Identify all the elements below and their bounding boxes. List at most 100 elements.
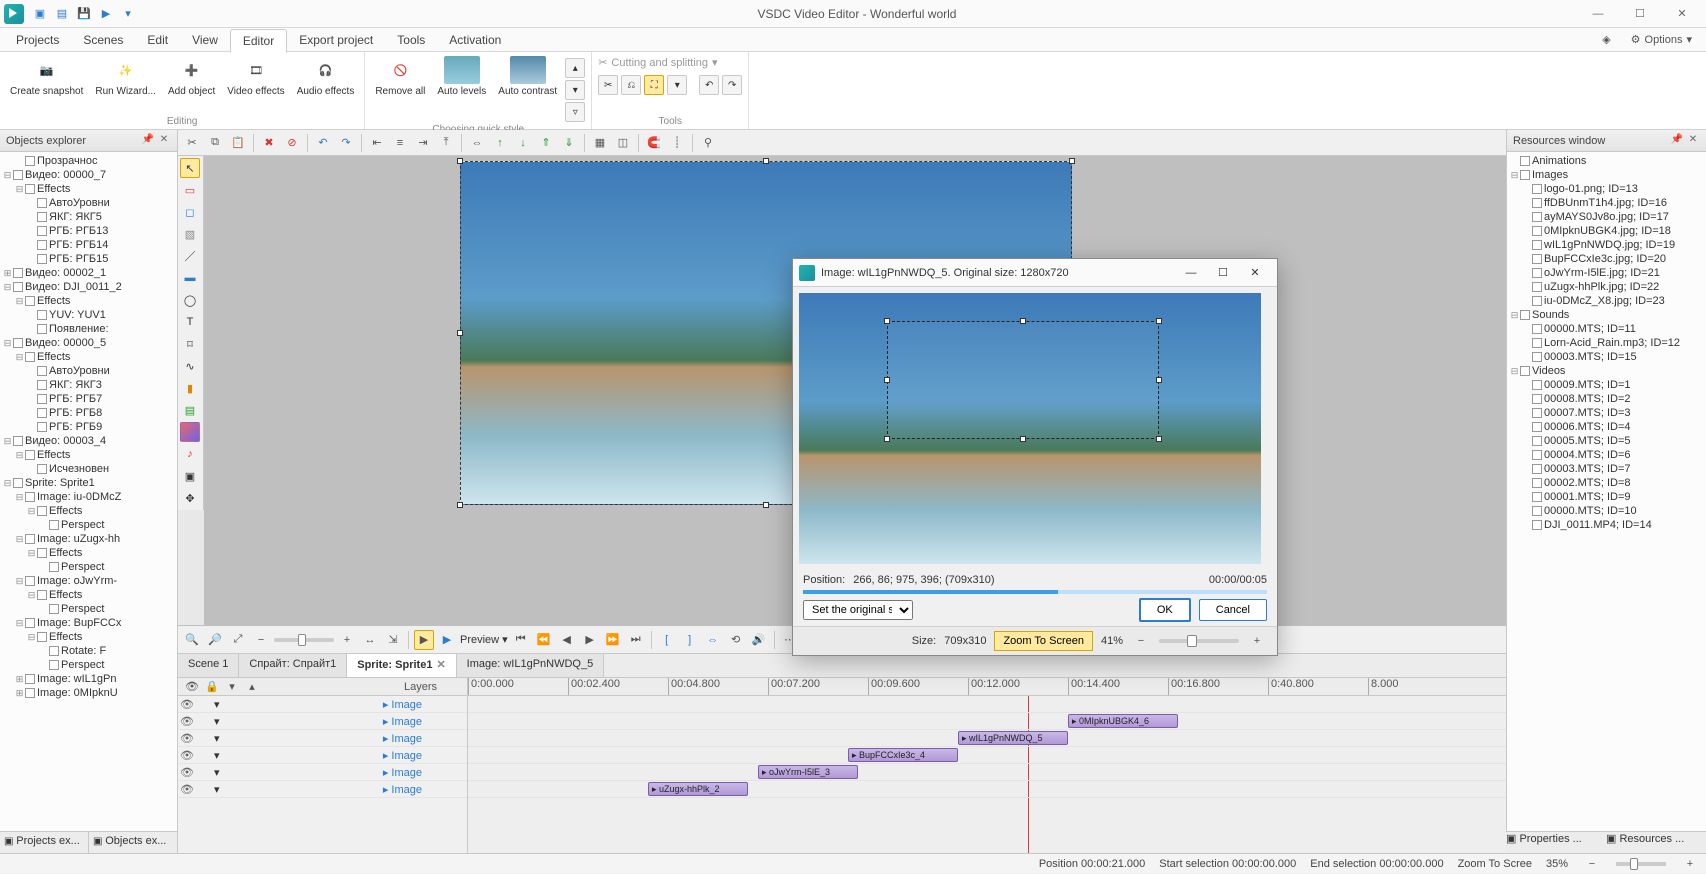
menu-tab-editor[interactable]: Editor <box>230 29 287 53</box>
zoom-to-screen-button[interactable]: Zoom To Screen <box>994 631 1093 651</box>
vol-icon[interactable]: 🔊 <box>749 630 769 650</box>
crop-selection[interactable] <box>887 321 1159 439</box>
tree-item[interactable]: ЯКГ: ЯКГ3 <box>0 378 177 392</box>
tree-item[interactable]: ⊟Видео: 00000_5 <box>0 336 177 350</box>
menu-tab-edit[interactable]: Edit <box>135 29 180 51</box>
tree-item[interactable]: ⊟Sounds <box>1507 308 1706 322</box>
delete-icon[interactable]: ✖ <box>259 133 279 153</box>
tree-item[interactable]: 00004.MTS; ID=6 <box>1507 448 1706 462</box>
undo-icon[interactable]: ↶ <box>313 133 333 153</box>
layer-row[interactable]: 👁▾▸ Image <box>178 713 467 730</box>
align-top-icon[interactable]: ⤒ <box>436 133 456 153</box>
tree-item[interactable]: 00006.MTS; ID=4 <box>1507 420 1706 434</box>
arrow-down2-icon[interactable]: ⇓ <box>559 133 579 153</box>
layer-row[interactable]: 👁▾▸ Image <box>178 747 467 764</box>
arrow-up2-icon[interactable]: ⇑ <box>536 133 556 153</box>
tree-item[interactable]: 00008.MTS; ID=2 <box>1507 392 1706 406</box>
tree-item[interactable]: АвтоУровни <box>0 364 177 378</box>
tree-item[interactable]: ⊟Видео: 00003_4 <box>0 434 177 448</box>
mask-tool-icon[interactable]: ▣ <box>180 466 200 486</box>
panel-pin-icon[interactable]: 📌 <box>141 134 155 148</box>
qat-open-icon[interactable]: ▤ <box>54 6 70 22</box>
dialog-minimize-button[interactable]: — <box>1175 262 1207 284</box>
remove-icon[interactable]: ⊘ <box>282 133 302 153</box>
tree-item[interactable]: ayMAYS0Jv8o.jpg; ID=17 <box>1507 210 1706 224</box>
options-button[interactable]: ⚙Options▾ <box>1621 29 1702 50</box>
paste-icon[interactable]: 📋 <box>228 133 248 153</box>
tree-item[interactable]: ⊞Image: 0MIpknU <box>0 686 177 700</box>
play-mode-icon[interactable]: ▶ <box>414 630 434 650</box>
eye-icon[interactable]: 👁 <box>180 766 194 779</box>
tree-item[interactable]: 00009.MTS; ID=1 <box>1507 378 1706 392</box>
layer-row[interactable]: 👁▾▸ Image <box>178 781 467 798</box>
tree-item[interactable]: ⊟Images <box>1507 168 1706 182</box>
add-object-button[interactable]: ➕Add object <box>164 54 219 99</box>
move-tool-icon[interactable]: ✥ <box>180 488 200 508</box>
tree-item[interactable]: Rotate: F <box>0 644 177 658</box>
range-icon[interactable]: ⇔ <box>703 630 723 650</box>
zoom-minus-icon[interactable]: − <box>251 630 271 650</box>
dialog-image-preview[interactable] <box>799 293 1261 564</box>
tree-item[interactable]: ⊟Sprite: Sprite1 <box>0 476 177 490</box>
tree-item[interactable]: ⊟Effects <box>0 504 177 518</box>
tree-item[interactable]: Perspect <box>0 658 177 672</box>
align-right-icon[interactable]: ⇥ <box>413 133 433 153</box>
text-tool-icon[interactable]: T <box>180 312 200 332</box>
tree-item[interactable]: ⊞Image: wIL1gPn <box>0 672 177 686</box>
goto-end-icon[interactable]: ⏭ <box>626 630 646 650</box>
remove-all-button[interactable]: 🚫Remove all <box>371 54 429 99</box>
video-effects-button[interactable]: 🎞Video effects <box>223 54 288 99</box>
tree-item[interactable]: 00001.MTS; ID=9 <box>1507 490 1706 504</box>
window-close-button[interactable]: ✕ <box>1662 2 1702 26</box>
tab-projects-explorer[interactable]: ▣ Projects ex... <box>0 832 89 853</box>
snap-icon[interactable]: ◫ <box>613 133 633 153</box>
tool-more-button[interactable]: ▾ <box>667 75 687 95</box>
copy-icon[interactable]: ⧉ <box>205 133 225 153</box>
tab-properties[interactable]: ▣ Properties ... <box>1506 832 1606 853</box>
show-grid-icon[interactable]: ▦ <box>590 133 610 153</box>
dialog-maximize-button[interactable]: ☐ <box>1207 262 1239 284</box>
panel-close-icon[interactable]: ✕ <box>1686 134 1700 148</box>
chart-tool-icon[interactable]: ▮ <box>180 378 200 398</box>
panel-close-icon[interactable]: ✕ <box>157 134 171 148</box>
pointer-tool-icon[interactable]: ↖ <box>180 158 200 178</box>
rect-tool-icon[interactable]: ▭ <box>180 180 200 200</box>
expand-header-icon[interactable]: ▾ <box>222 678 242 696</box>
tree-item[interactable]: 00003.MTS; ID=15 <box>1507 350 1706 364</box>
redo-icon[interactable]: ↷ <box>336 133 356 153</box>
tool-rotate-right-button[interactable]: ↷ <box>722 75 742 95</box>
tree-item[interactable]: logo-01.png; ID=13 <box>1507 182 1706 196</box>
align-center-icon[interactable]: ≡ <box>390 133 410 153</box>
tree-item[interactable]: ⊞Видео: 00002_1 <box>0 266 177 280</box>
zoom-slider[interactable] <box>1159 639 1239 643</box>
zoom-fit-icon[interactable]: ⤢ <box>228 630 248 650</box>
collapse-header-icon[interactable]: ▴ <box>242 678 262 696</box>
zoom-plus-icon[interactable]: + <box>1247 631 1267 651</box>
audio-tool-icon[interactable]: ♪ <box>180 444 200 464</box>
cancel-button[interactable]: Cancel <box>1199 599 1267 621</box>
tree-item[interactable]: АвтоУровни <box>0 196 177 210</box>
tree-item[interactable]: 00007.MTS; ID=3 <box>1507 406 1706 420</box>
zoom-in-icon[interactable]: 🔍 <box>182 630 202 650</box>
menu-tab-tools[interactable]: Tools <box>385 29 437 51</box>
timeline-clip[interactable]: ▸ oJwYrm-I5lE_3 <box>758 765 858 779</box>
auto-levels-button[interactable]: Auto levels <box>433 54 490 99</box>
tree-item[interactable]: ⊟Image: BupFCCx <box>0 616 177 630</box>
create-snapshot-button[interactable]: 📷Create snapshot <box>6 54 87 99</box>
square-tool-icon[interactable]: ◻ <box>180 202 200 222</box>
step-back-icon[interactable]: ⏪ <box>534 630 554 650</box>
fill-tool-icon[interactable]: ▬ <box>180 268 200 288</box>
arrow-down-icon[interactable]: ↓ <box>513 133 533 153</box>
tree-item[interactable]: РГБ: РГБ14 <box>0 238 177 252</box>
tree-item[interactable]: ЯКГ: ЯКГ5 <box>0 210 177 224</box>
tool-split-button[interactable]: ⎌ <box>621 75 641 95</box>
layer-row[interactable]: 👁▾▸ Image <box>178 696 467 713</box>
qat-play-icon[interactable]: ▶ <box>98 6 114 22</box>
timeline-tab[interactable]: Спрайт: Спрайт1 <box>239 654 347 677</box>
tree-item[interactable]: РГБ: РГБ8 <box>0 406 177 420</box>
qat-new-icon[interactable]: ▣ <box>32 6 48 22</box>
tool-rotate-left-button[interactable]: ↶ <box>699 75 719 95</box>
eye-icon[interactable]: 👁 <box>180 715 194 728</box>
tree-item[interactable]: BupFCCxIe3c.jpg; ID=20 <box>1507 252 1706 266</box>
zoom-minus-icon[interactable]: − <box>1582 854 1602 874</box>
